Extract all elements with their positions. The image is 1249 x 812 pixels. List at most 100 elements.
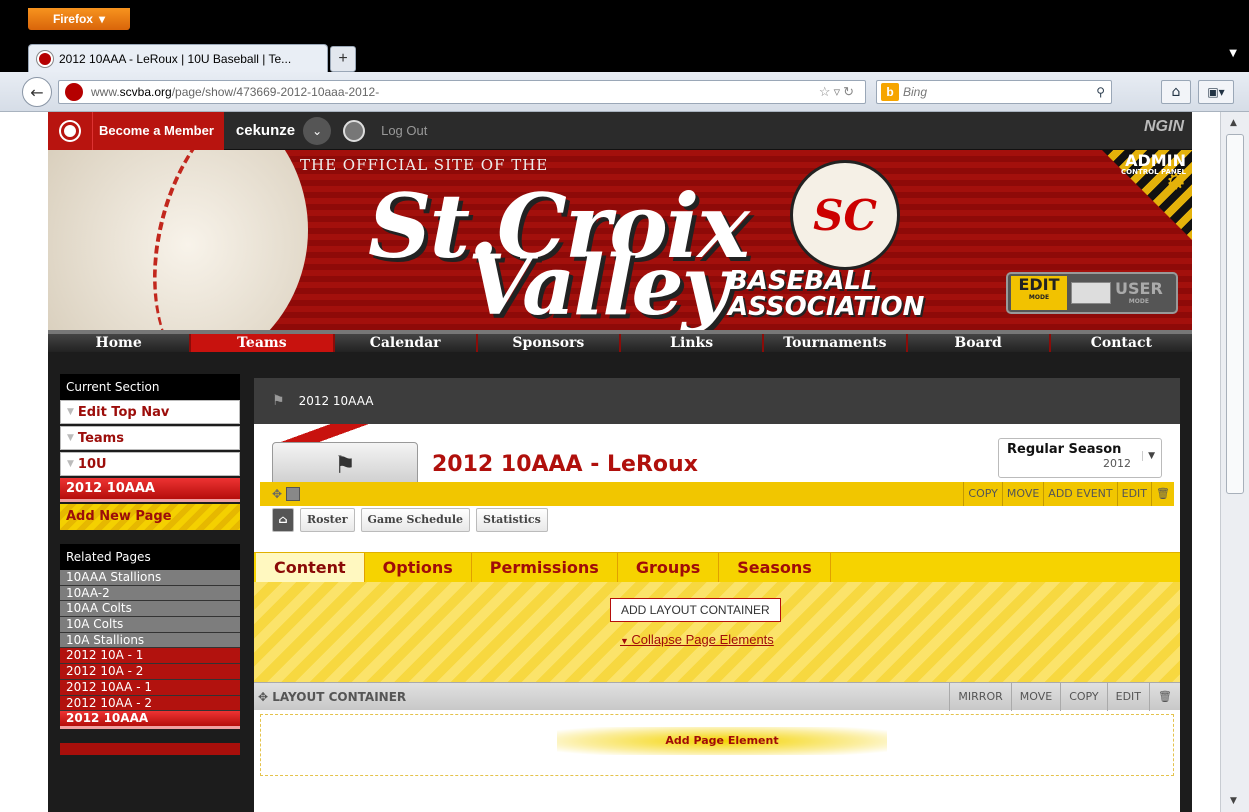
- user-mode-sub: MODE: [1128, 298, 1149, 305]
- tab-content[interactable]: Content: [256, 553, 365, 582]
- layout-container-label: LAYOUT CONTAINER: [272, 689, 407, 704]
- element-copy-button[interactable]: COPY: [963, 482, 1001, 506]
- related-page-item[interactable]: 10A Stallions: [60, 632, 240, 649]
- user-dropdown-chevron-icon[interactable]: ⌄: [303, 116, 332, 145]
- nav-calendar[interactable]: Calendar: [335, 334, 478, 352]
- sidebar-crumb-teams[interactable]: ▼ Teams: [60, 426, 240, 450]
- sidebar-crumb-10u[interactable]: ▼ 10U: [60, 452, 240, 476]
- tab-permissions[interactable]: Permissions: [472, 553, 618, 582]
- url-bar[interactable]: www. scvba.org/page/show/473669-2012-10aa…: [58, 80, 866, 104]
- firefox-menu-button[interactable]: Firefox ▾: [28, 8, 130, 30]
- sidebar-crumb-label: 10U: [77, 456, 107, 472]
- mirror-button[interactable]: MIRROR: [949, 682, 1010, 711]
- related-page-item[interactable]: 10AAA Stallions: [60, 570, 240, 586]
- copy-button[interactable]: COPY: [1060, 682, 1106, 711]
- related-page-item[interactable]: 2012 10AA - 1: [60, 679, 240, 696]
- move-handle-icon: ✥: [258, 689, 269, 704]
- new-tab-button[interactable]: +: [330, 46, 356, 72]
- nav-contact[interactable]: Contact: [1051, 334, 1192, 352]
- admin-label[interactable]: ADMIN CONTROL PANEL ⚙: [1121, 153, 1186, 194]
- roster-button[interactable]: Roster: [300, 508, 355, 532]
- mode-switch-handle[interactable]: [1071, 282, 1111, 304]
- become-member-link[interactable]: Become a Member: [92, 112, 224, 150]
- search-bar[interactable]: b Bing ⚲: [876, 80, 1112, 104]
- move-handle-icon[interactable]: ✥: [260, 487, 282, 501]
- sidebar-crumb-edit-top-nav[interactable]: ▼ Edit Top Nav: [60, 400, 240, 424]
- tab-options[interactable]: Options: [365, 553, 472, 582]
- edit-mode-option[interactable]: EDIT MODE: [1011, 276, 1067, 310]
- add-layout-container-button[interactable]: ADD LAYOUT CONTAINER: [610, 598, 781, 622]
- username[interactable]: cekunze: [236, 122, 295, 139]
- edit-mode-sub: MODE: [1028, 294, 1050, 301]
- nav-tournaments[interactable]: Tournaments: [764, 334, 908, 352]
- url-path: /page/show/473669-2012-10aaa-2012-: [171, 85, 380, 99]
- baseball-image: [48, 150, 308, 330]
- related-page-item[interactable]: 10A Colts: [60, 617, 240, 633]
- move-button[interactable]: MOVE: [1010, 682, 1060, 711]
- add-event-button[interactable]: ADD EVENT: [1043, 482, 1116, 506]
- page-element-toolbar: ✥ COPY MOVE ADD EVENT EDIT 🗑: [260, 482, 1174, 506]
- search-icon[interactable]: ⚲: [1096, 85, 1105, 99]
- related-page-item[interactable]: 10AA Colts: [60, 601, 240, 618]
- collapse-page-elements-link[interactable]: ▼ Collapse Page Elements: [620, 632, 774, 647]
- home-icon: ⌂: [278, 513, 288, 526]
- bookmark-star-icon[interactable]: ☆▿↻: [819, 84, 857, 100]
- tab-seasons[interactable]: Seasons: [719, 553, 831, 582]
- add-page-element-button[interactable]: Add Page Element: [557, 727, 887, 755]
- calendar-icon: [286, 487, 301, 501]
- tab-groups[interactable]: Groups: [618, 553, 720, 582]
- triangle-down-icon: ▼: [67, 433, 74, 443]
- scroll-down-icon[interactable]: ▼: [1230, 796, 1237, 806]
- game-schedule-button[interactable]: Game Schedule: [360, 508, 471, 532]
- related-page-item[interactable]: 2012 10A - 2: [60, 664, 240, 680]
- related-page-item[interactable]: 2012 10A - 1: [60, 648, 240, 665]
- layout-container-title[interactable]: ✥ LAYOUT CONTAINER: [254, 690, 949, 704]
- related-page-item[interactable]: 10AA-2: [60, 585, 240, 602]
- season-name: Regular Season: [1007, 442, 1122, 457]
- trash-icon[interactable]: 🗑: [1151, 482, 1174, 506]
- user-mode-option[interactable]: USER MODE: [1115, 280, 1163, 306]
- add-new-page-button[interactable]: Add New Page: [60, 504, 240, 530]
- home-icon: ⌂: [1171, 84, 1181, 100]
- nav-sponsors[interactable]: Sponsors: [478, 334, 621, 352]
- sidebar-current-page[interactable]: 2012 10AAA: [60, 478, 240, 502]
- bookmarks-button[interactable]: ▣▾: [1198, 80, 1234, 104]
- breadcrumb-label[interactable]: 2012 10AAA: [299, 394, 374, 408]
- tab-list-icon[interactable]: ▼: [1229, 48, 1237, 59]
- globe-icon[interactable]: [343, 119, 366, 142]
- team-home-button[interactable]: ⌂: [272, 508, 294, 532]
- nav-teams[interactable]: Teams: [191, 334, 335, 352]
- edit-button[interactable]: EDIT: [1106, 682, 1149, 711]
- scroll-up-icon[interactable]: ▲: [1230, 118, 1237, 128]
- site-logo-icon[interactable]: [48, 112, 92, 150]
- scrollbar-thumb[interactable]: [1226, 134, 1244, 494]
- element-move-button[interactable]: MOVE: [1001, 482, 1043, 506]
- ngin-logo[interactable]: NGIN: [1144, 118, 1184, 136]
- edit-user-mode-toggle[interactable]: EDIT MODE USER MODE: [1006, 272, 1178, 314]
- statistics-button[interactable]: Statistics: [476, 508, 548, 532]
- related-page-item[interactable]: 2012 10AA - 2: [60, 695, 240, 712]
- site-banner: THE OFFICIAL SITE OF THE St.Croix Valley…: [48, 150, 1192, 330]
- home-button[interactable]: ⌂: [1161, 80, 1191, 104]
- logout-link[interactable]: Log Out: [381, 123, 427, 138]
- browser-chrome: Firefox ▾ 2012 10AAA - LeRoux | 10U Base…: [0, 0, 1249, 112]
- related-page-item-selected[interactable]: 2012 10AAA: [60, 711, 240, 730]
- nav-board[interactable]: Board: [908, 334, 1051, 352]
- search-input[interactable]: Bing: [903, 85, 927, 99]
- bing-icon[interactable]: b: [881, 83, 899, 101]
- tab-bar: 2012 10AAA - LeRoux | 10U Baseball | Te.…: [0, 32, 1249, 72]
- main-content: ⚑ 2012 10AAA ⚑ 2012 10AAA - LeRoux Regul…: [254, 378, 1180, 812]
- tab-title: 2012 10AAA - LeRoux | 10U Baseball | Te.…: [59, 51, 292, 66]
- back-arrow-icon: ←: [30, 82, 44, 102]
- element-edit-button[interactable]: EDIT: [1116, 482, 1151, 506]
- back-button[interactable]: ←: [22, 77, 52, 107]
- nav-links[interactable]: Links: [621, 334, 765, 352]
- trash-icon[interactable]: 🗑: [1149, 682, 1180, 711]
- browser-tab[interactable]: 2012 10AAA - LeRoux | 10U Baseball | Te.…: [28, 44, 328, 72]
- nav-home[interactable]: Home: [48, 334, 192, 352]
- season-selector[interactable]: Regular Season 2012 ▼: [998, 438, 1162, 478]
- edit-tabs: Content Options Permissions Groups Seaso…: [254, 552, 1180, 582]
- banner-association-line1: BASEBALL: [728, 266, 878, 296]
- scvba-logo: SC: [790, 160, 900, 270]
- vertical-scrollbar[interactable]: ▲ ▼: [1220, 112, 1249, 812]
